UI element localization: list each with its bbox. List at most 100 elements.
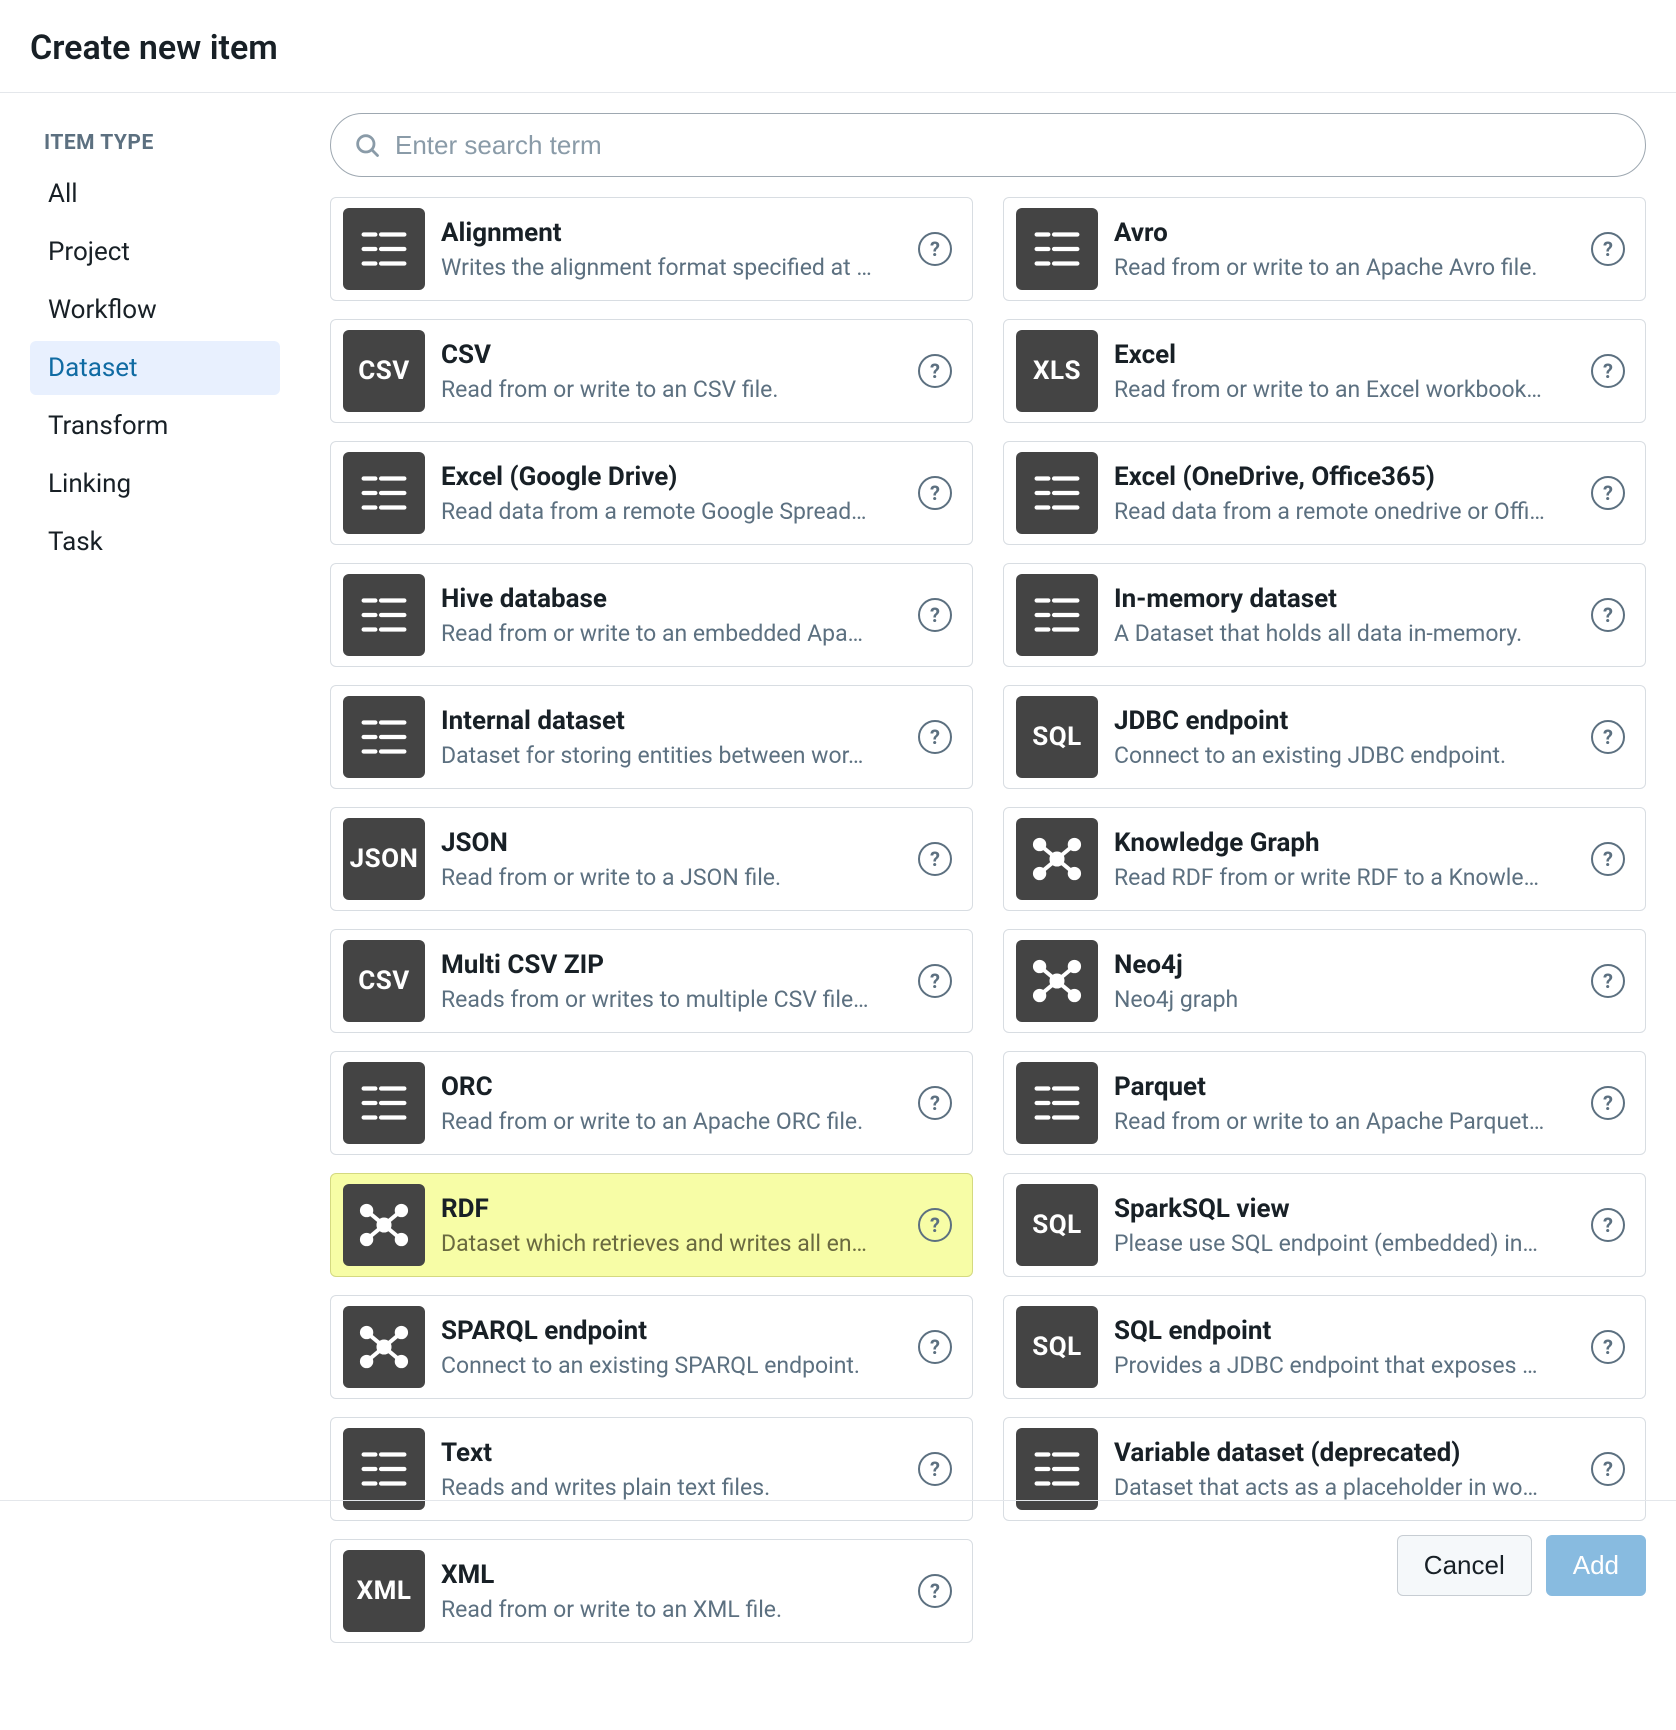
card-body: CSVRead from or write to an CSV file. bbox=[441, 340, 902, 403]
lines-icon bbox=[1016, 574, 1098, 656]
card-description: Dataset for storing entities between wor… bbox=[441, 742, 902, 769]
help-icon[interactable]: ? bbox=[1591, 720, 1625, 754]
card-title: SQL endpoint bbox=[1114, 1316, 1575, 1346]
help-icon[interactable]: ? bbox=[918, 598, 952, 632]
card-body: Internal dataset Dataset for storing enti… bbox=[441, 706, 902, 769]
help-icon[interactable]: ? bbox=[918, 1086, 952, 1120]
card-description: Reads and writes plain text files. bbox=[441, 1474, 902, 1501]
graph-icon bbox=[343, 1184, 425, 1266]
card-title: Neo4j bbox=[1114, 950, 1575, 980]
help-icon[interactable]: ? bbox=[1591, 1330, 1625, 1364]
help-icon[interactable]: ? bbox=[1591, 842, 1625, 876]
card-description: Dataset which retrieves and writes all e… bbox=[441, 1230, 902, 1257]
card-description: Reads from or writes to multiple CSV fil… bbox=[441, 986, 902, 1013]
card-title: Parquet bbox=[1114, 1072, 1575, 1102]
card-description: Connect to an existing SPARQL endpoint. bbox=[441, 1352, 902, 1379]
card-title: JSON bbox=[441, 828, 902, 858]
card-body: AlignmentWrites the alignment format spe… bbox=[441, 218, 902, 281]
card-title: Variable dataset (deprecated) bbox=[1114, 1438, 1575, 1468]
sidebar: ITEM TYPE AllProjectWorkflowDatasetTrans… bbox=[30, 113, 280, 1643]
sql-icon: SQL bbox=[1016, 1306, 1098, 1388]
item-card-excel-google-drive-[interactable]: Excel (Google Drive)Read data from a rem… bbox=[330, 441, 973, 545]
sql-icon: SQL bbox=[1016, 696, 1098, 778]
card-body: JSONRead from or write to a JSON file. bbox=[441, 828, 902, 891]
item-card-internal-dataset[interactable]: Internal dataset Dataset for storing enti… bbox=[330, 685, 973, 789]
csv-icon: CSV bbox=[343, 330, 425, 412]
item-card-csv[interactable]: CSV CSVRead from or write to an CSV file.… bbox=[330, 319, 973, 423]
card-body: ORCRead from or write to an Apache ORC f… bbox=[441, 1072, 902, 1135]
search-box[interactable] bbox=[330, 113, 1646, 177]
card-description: Read from or write to an embedded Apa… bbox=[441, 620, 902, 647]
help-icon[interactable]: ? bbox=[1591, 476, 1625, 510]
help-icon[interactable]: ? bbox=[918, 1330, 952, 1364]
card-title: In-memory dataset bbox=[1114, 584, 1575, 614]
card-body: ExcelRead from or write to an Excel work… bbox=[1114, 340, 1575, 403]
sidebar-item-workflow[interactable]: Workflow bbox=[30, 283, 280, 337]
help-icon[interactable]: ? bbox=[918, 842, 952, 876]
sidebar-item-task[interactable]: Task bbox=[30, 515, 280, 569]
item-card-json[interactable]: JSONJSONRead from or write to a JSON fil… bbox=[330, 807, 973, 911]
item-card-knowledge-graph[interactable]: Knowledge GraphRead RDF from or write RD… bbox=[1003, 807, 1646, 911]
sidebar-item-linking[interactable]: Linking bbox=[30, 457, 280, 511]
lines-icon bbox=[343, 696, 425, 778]
help-icon[interactable]: ? bbox=[1591, 1086, 1625, 1120]
help-icon[interactable]: ? bbox=[918, 964, 952, 998]
card-title: SparkSQL view bbox=[1114, 1194, 1575, 1224]
card-body: Multi CSV ZIPReads from or writes to mul… bbox=[441, 950, 902, 1013]
search-input[interactable] bbox=[395, 130, 1623, 161]
item-card-avro[interactable]: AvroRead from or write to an Apache Avro… bbox=[1003, 197, 1646, 301]
item-card-parquet[interactable]: Parquet Read from or write to an Apache P… bbox=[1003, 1051, 1646, 1155]
card-body: JDBC endpointConnect to an existing JDBC… bbox=[1114, 706, 1575, 769]
add-button[interactable]: Add bbox=[1546, 1535, 1646, 1596]
card-description: Read data from a remote Google Spread… bbox=[441, 498, 902, 525]
help-icon[interactable]: ? bbox=[1591, 1452, 1625, 1486]
sidebar-item-dataset[interactable]: Dataset bbox=[30, 341, 280, 395]
item-card-excel-onedrive-office365-[interactable]: Excel (OneDrive, Office365)Read data fro… bbox=[1003, 441, 1646, 545]
sidebar-item-all[interactable]: All bbox=[30, 167, 280, 221]
item-card-hive-database[interactable]: Hive databaseRead from or write to an em… bbox=[330, 563, 973, 667]
item-card-multi-csv-zip[interactable]: CSVMulti CSV ZIPReads from or writes to … bbox=[330, 929, 973, 1033]
item-card-jdbc-endpoint[interactable]: SQL JDBC endpointConnect to an existing J… bbox=[1003, 685, 1646, 789]
help-icon[interactable]: ? bbox=[1591, 598, 1625, 632]
item-card-excel[interactable]: XLSExcelRead from or write to an Excel w… bbox=[1003, 319, 1646, 423]
item-card-rdf[interactable]: RDFDataset which retrieves and writes al… bbox=[330, 1173, 973, 1277]
card-title: Internal dataset bbox=[441, 706, 902, 736]
help-icon[interactable]: ? bbox=[1591, 1208, 1625, 1242]
lines-icon bbox=[343, 1428, 425, 1510]
item-card-sparksql-view[interactable]: SQLSparkSQL viewPlease use SQL endpoint … bbox=[1003, 1173, 1646, 1277]
card-title: Knowledge Graph bbox=[1114, 828, 1575, 858]
help-icon[interactable]: ? bbox=[918, 720, 952, 754]
help-icon[interactable]: ? bbox=[1591, 232, 1625, 266]
help-icon[interactable]: ? bbox=[1591, 964, 1625, 998]
help-icon[interactable]: ? bbox=[918, 232, 952, 266]
help-icon[interactable]: ? bbox=[1591, 354, 1625, 388]
help-icon[interactable]: ? bbox=[918, 476, 952, 510]
main-panel: AlignmentWrites the alignment format spe… bbox=[330, 113, 1646, 1643]
item-card-neo4j[interactable]: Neo4jNeo4j graph? bbox=[1003, 929, 1646, 1033]
item-card-in-memory-dataset[interactable]: In-memory datasetA Dataset that holds al… bbox=[1003, 563, 1646, 667]
card-title: ORC bbox=[441, 1072, 902, 1102]
card-title: Avro bbox=[1114, 218, 1575, 248]
sidebar-item-project[interactable]: Project bbox=[30, 225, 280, 279]
help-icon[interactable]: ? bbox=[918, 1452, 952, 1486]
card-description: Dataset that acts as a placeholder in wo… bbox=[1114, 1474, 1575, 1501]
dialog-header: Create new item bbox=[0, 0, 1676, 93]
help-icon[interactable]: ? bbox=[918, 1208, 952, 1242]
card-body: Excel (OneDrive, Office365)Read data fro… bbox=[1114, 462, 1575, 525]
card-title: Text bbox=[441, 1438, 902, 1468]
item-card-orc[interactable]: ORCRead from or write to an Apache ORC f… bbox=[330, 1051, 973, 1155]
card-body: SQL endpointProvides a JDBC endpoint tha… bbox=[1114, 1316, 1575, 1379]
cancel-button[interactable]: Cancel bbox=[1397, 1535, 1532, 1596]
help-icon[interactable]: ? bbox=[918, 354, 952, 388]
item-card-alignment[interactable]: AlignmentWrites the alignment format spe… bbox=[330, 197, 973, 301]
card-description: Writes the alignment format specified at… bbox=[441, 254, 902, 281]
item-card-sql-endpoint[interactable]: SQL SQL endpointProvides a JDBC endpoint … bbox=[1003, 1295, 1646, 1399]
card-description: Read data from a remote onedrive or Offi… bbox=[1114, 498, 1575, 525]
lines-icon bbox=[343, 1062, 425, 1144]
card-description: Read from or write to an CSV file. bbox=[441, 376, 902, 403]
card-body: In-memory datasetA Dataset that holds al… bbox=[1114, 584, 1575, 647]
sidebar-item-transform[interactable]: Transform bbox=[30, 399, 280, 453]
item-card-sparql-endpoint[interactable]: SPARQL endpointConnect to an existing SP… bbox=[330, 1295, 973, 1399]
graph-icon bbox=[1016, 940, 1098, 1022]
card-description: Read from or write to an Apache Parquet… bbox=[1114, 1108, 1575, 1135]
